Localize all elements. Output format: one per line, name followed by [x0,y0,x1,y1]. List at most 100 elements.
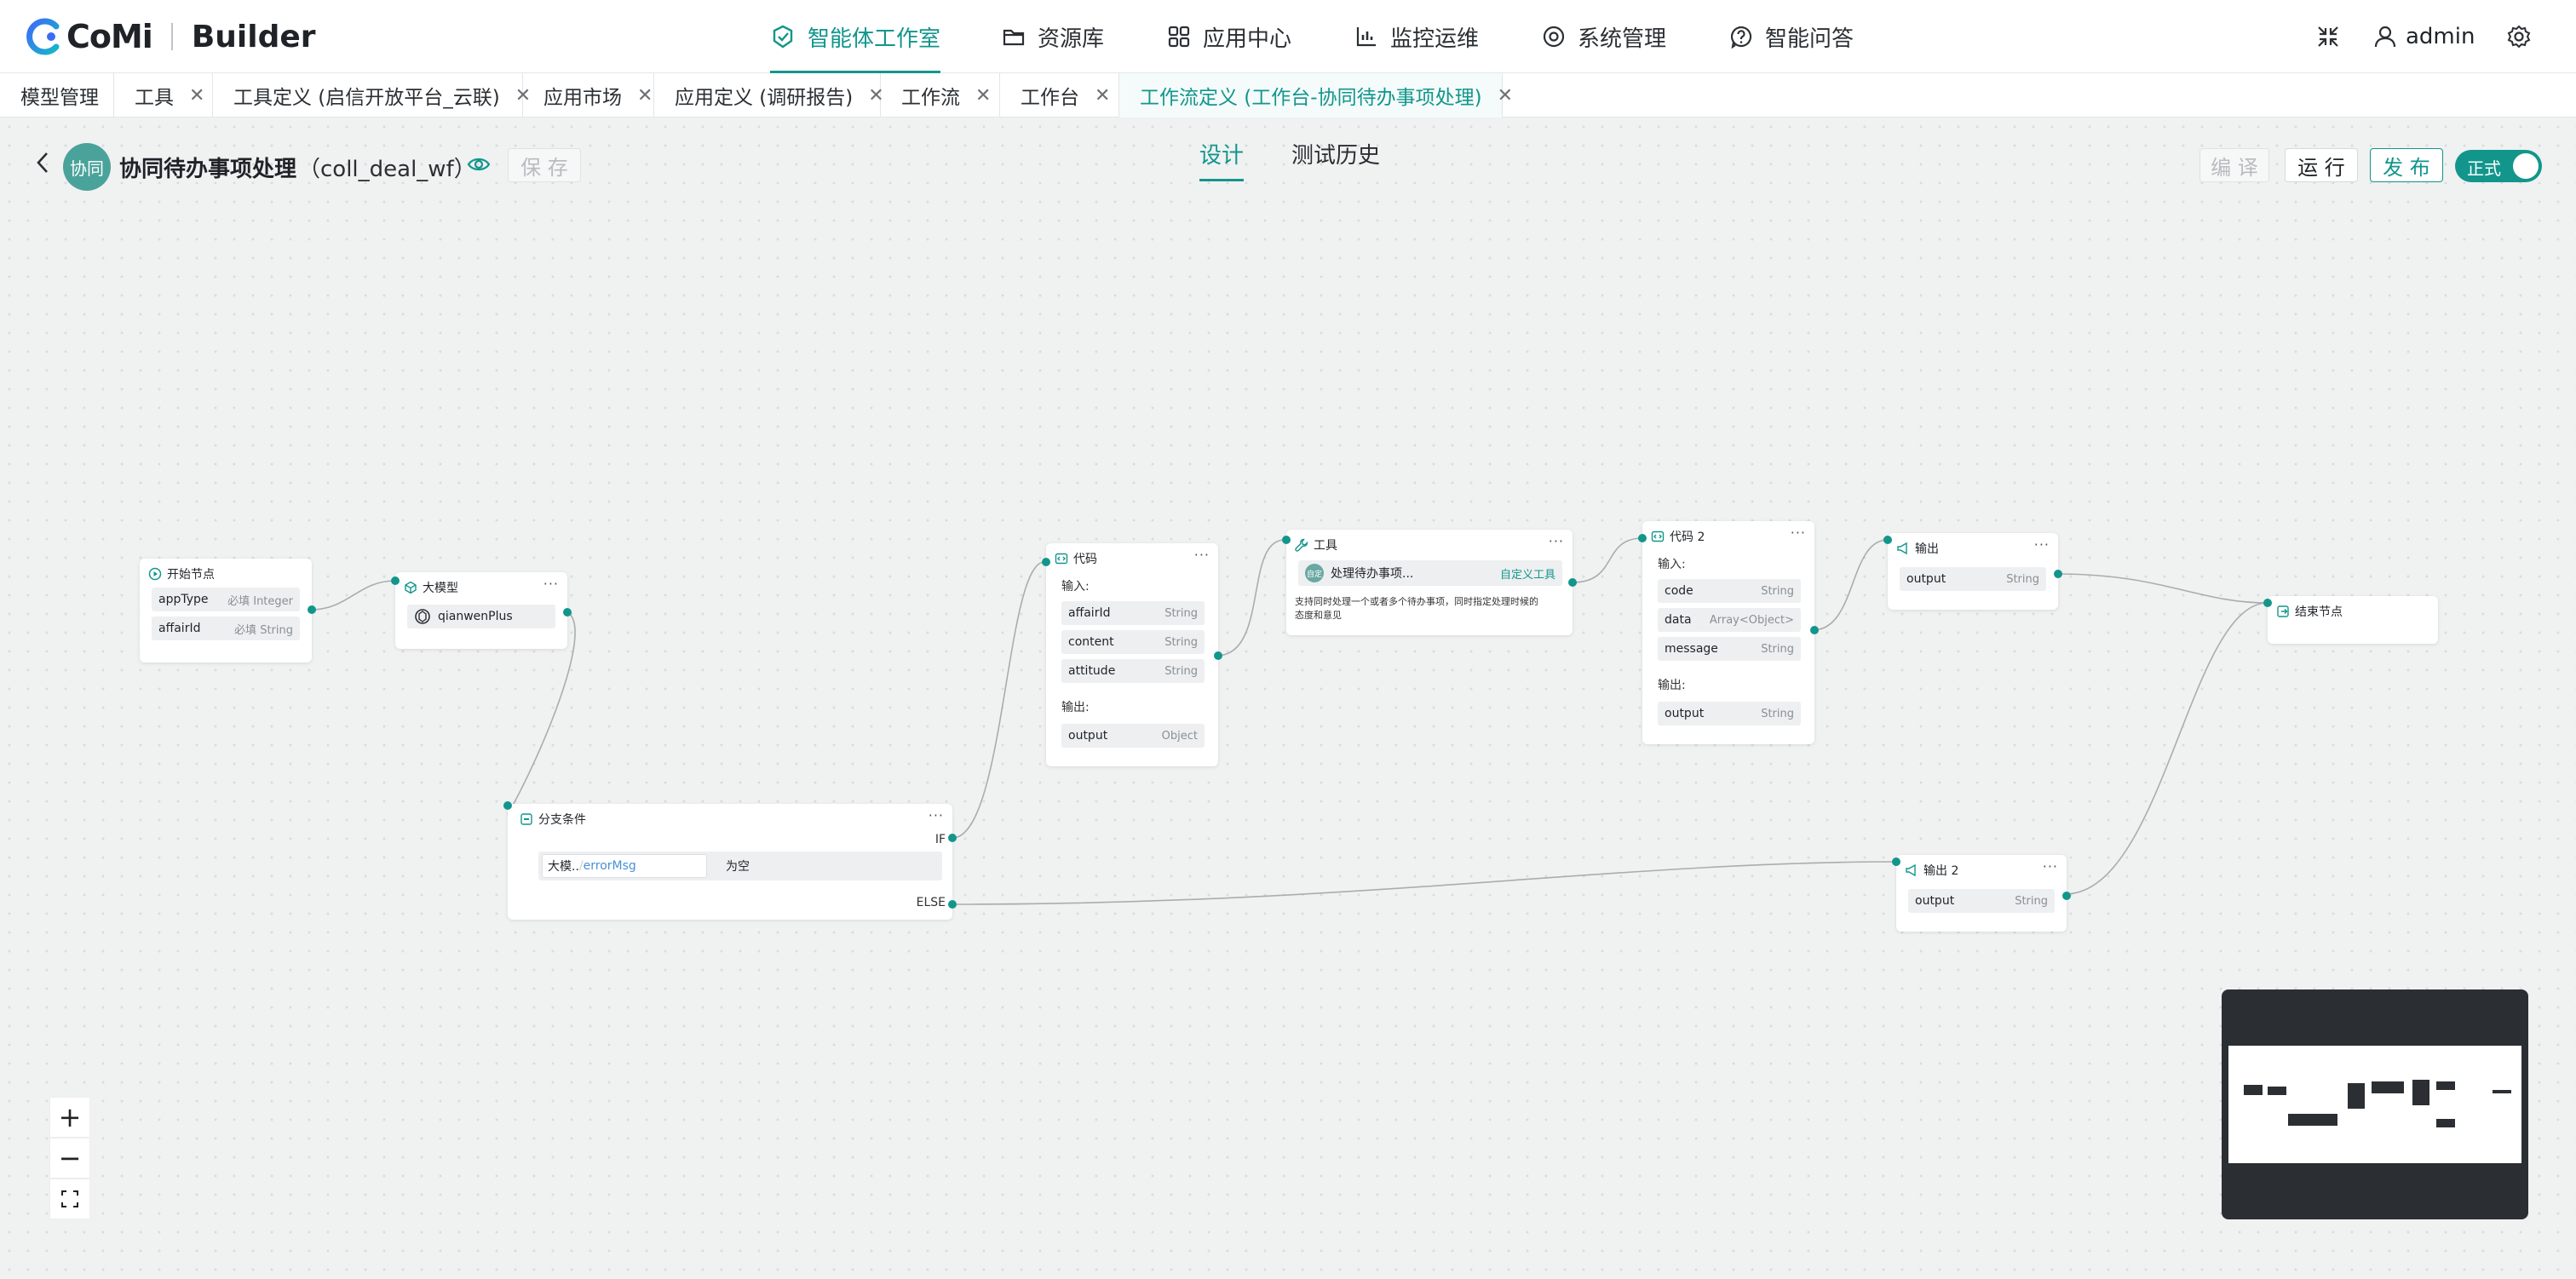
output-param-row[interactable]: output String [1658,702,1801,726]
node-header: 开始节点 [148,565,215,582]
more-options-icon[interactable]: ··· [1194,547,1210,563]
else-output-port[interactable] [948,900,957,909]
tool-badge-icon: 自定 [1305,564,1324,582]
back-button[interactable] [34,150,51,179]
nav-app-center[interactable]: 应用中心 [1167,0,1291,73]
tab-label: 应用定义 (调研报告) [675,87,854,109]
input-param-row[interactable]: content String [1061,630,1205,654]
output-param-row[interactable]: output String [1900,567,2046,591]
zoom-in-button[interactable]: + [49,1097,90,1138]
publish-button[interactable]: 发 布 [2370,148,2443,182]
close-icon[interactable]: ✕ [975,85,991,106]
code-node[interactable]: 代码 ··· 输入: affairId String content String … [1042,543,1222,766]
workflow-header: 协同 协同待办事项处理 （coll_deal_wf） 保 存 设计 测试历史 编… [0,118,2576,216]
param-type: String [1164,664,1198,678]
compile-button[interactable]: 编 译 [2199,148,2269,182]
input-param-row[interactable]: code String [1658,579,1801,603]
input-port[interactable] [2263,599,2272,607]
output-port[interactable] [563,608,572,617]
preview-button[interactable] [467,155,491,177]
input-port[interactable] [1638,534,1647,542]
tab-model-management[interactable]: 模型管理 [0,73,114,118]
nav-label: 智能体工作室 [808,26,941,52]
save-button[interactable]: 保 存 [508,148,581,182]
nav-monitoring[interactable]: 监控运维 [1354,0,1479,73]
tab-workflow[interactable]: 工作流 ✕ [881,73,1000,118]
output-2-node[interactable]: 输出 2 ··· output String [1892,855,2071,932]
input-port[interactable] [1042,558,1050,566]
end-node[interactable]: 结束节点 [2263,596,2438,644]
start-node[interactable]: 开始节点 appType 必填 Integer affairId 必填 String [140,559,316,662]
workflow-canvas[interactable]: 协同 协同待办事项处理 （coll_deal_wf） 保 存 设计 测试历史 编… [0,118,2576,1279]
tool-node[interactable]: 工具 ··· 自定 处理待办事项... 自定义工具 支持同时处理一个或者多个待办… [1282,530,1577,635]
nav-smart-qa[interactable]: 智能问答 [1729,0,1854,73]
output-port[interactable] [2054,570,2062,578]
output-port[interactable] [308,605,316,614]
param-type: String [2006,572,2039,586]
close-icon[interactable]: ✕ [189,85,204,106]
tab-label: 工具 [135,87,174,109]
close-icon[interactable]: ✕ [1095,85,1110,106]
tab-design[interactable]: 设计 [1199,138,1244,169]
output-port[interactable] [2062,892,2071,900]
mode-toggle[interactable]: 正式 [2455,150,2542,182]
if-output-port[interactable] [948,834,957,842]
nav-resources[interactable]: 资源库 [1002,0,1104,73]
tab-tool-definition[interactable]: 工具定义 (启信开放平台_云联) ✕ [213,73,531,118]
brand-logo[interactable]: CoMi Builder [26,17,316,56]
minimap[interactable] [2222,989,2528,1219]
llm-node[interactable]: 大模型 ··· qianwenPlus [391,572,572,649]
more-options-icon[interactable]: ··· [543,576,559,592]
tab-label: 工具定义 (启信开放平台_云联) [233,87,500,109]
input-param-row[interactable]: message String [1658,637,1801,661]
branch-node[interactable]: 分支条件 ··· IF 大模.. / errorMsg 为空 ELSE [503,801,957,920]
fit-view-button[interactable] [49,1179,90,1219]
model-selector[interactable]: qianwenPlus [407,605,555,628]
condition-row[interactable]: 大模.. / errorMsg 为空 [538,852,942,880]
output-port[interactable] [1810,626,1819,634]
code-2-node[interactable]: 代码 2 ··· 输入: code String data Array<Object… [1638,521,1819,744]
input-param-row[interactable]: affairId 必填 String [152,617,300,640]
toggle-knob [2513,153,2539,179]
input-param-row[interactable]: data Array<Object> [1658,608,1801,632]
tab-workbench[interactable]: 工作台 ✕ [1000,73,1119,118]
output-param-row[interactable]: output String [1908,889,2055,913]
close-icon[interactable]: ✕ [1498,85,1513,106]
input-port[interactable] [1892,857,1900,866]
minimap-viewport[interactable] [2228,1046,2521,1163]
input-port[interactable] [1883,536,1892,544]
nav-agent-studio[interactable]: 智能体工作室 [770,0,941,73]
input-port[interactable] [391,576,400,585]
output-port[interactable] [1214,651,1222,660]
input-param-row[interactable]: appType 必填 Integer [152,588,300,611]
tab-tools[interactable]: 工具 ✕ [114,73,213,118]
input-param-row[interactable]: attitude String [1061,659,1205,683]
input-port[interactable] [503,801,512,810]
fullscreen-button[interactable] [2315,0,2341,73]
folder-icon [1003,29,1025,46]
input-port[interactable] [1282,536,1291,544]
more-options-icon[interactable]: ··· [929,807,944,823]
settings-button[interactable] [2506,0,2532,73]
close-icon[interactable]: ✕ [637,85,653,106]
input-param-row[interactable]: affairId String [1061,601,1205,625]
user-menu[interactable]: admin [2373,0,2475,73]
tab-app-definition[interactable]: 应用定义 (调研报告) ✕ [654,73,884,118]
output-port[interactable] [1568,578,1577,587]
output-param-row[interactable]: output Object [1061,724,1205,748]
tab-test-history[interactable]: 测试历史 [1291,138,1380,169]
nav-system-admin[interactable]: 系统管理 [1542,0,1666,73]
run-button[interactable]: 运 行 [2285,148,2358,182]
tool-selector[interactable]: 自定 处理待办事项... 自定义工具 [1298,560,1562,586]
tab-app-market[interactable]: 应用市场 ✕ [523,73,654,118]
output-node[interactable]: 输出 ··· output String [1883,533,2062,610]
nav-label: 系统管理 [1578,26,1667,52]
more-options-icon[interactable]: ··· [1791,525,1806,541]
condition-variable[interactable]: 大模.. / errorMsg [542,854,707,878]
input-section-label: 输入: [1658,558,1686,571]
more-options-icon[interactable]: ··· [2043,858,2058,875]
tab-workflow-definition[interactable]: 工作流定义 (工作台-协同待办事项处理) ✕ [1119,73,1513,118]
more-options-icon[interactable]: ··· [1549,533,1564,549]
zoom-out-button[interactable]: − [49,1138,90,1179]
more-options-icon[interactable]: ··· [2034,536,2050,553]
